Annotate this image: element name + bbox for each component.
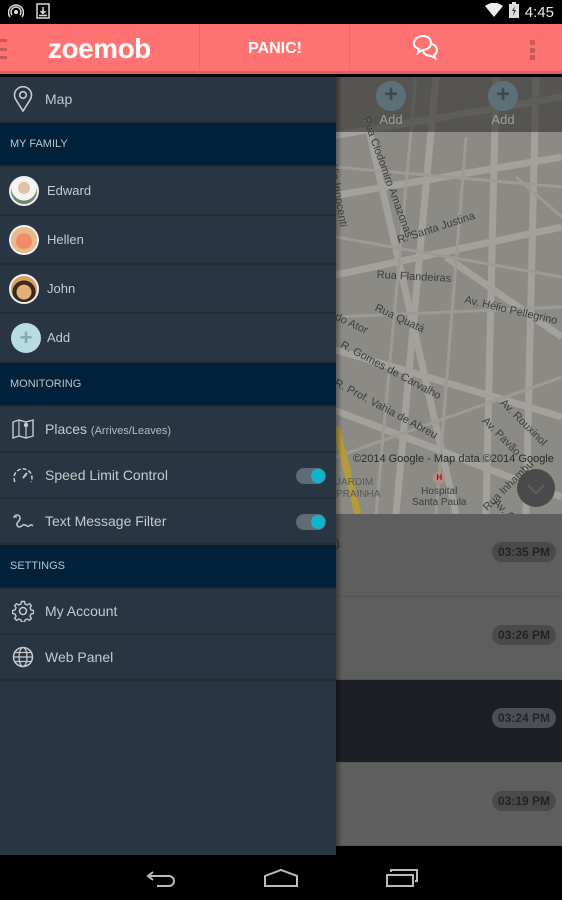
avatar-edward	[9, 175, 39, 206]
main-content: + Add + Add Rua Clodomiro Amazonas R. Sa…	[336, 77, 562, 855]
drawer-item-places[interactable]: Places (Arrives/Leaves)	[0, 407, 336, 453]
time-badge: 03:24 PM	[491, 708, 556, 728]
family-member-john[interactable]: John	[0, 265, 336, 314]
drawer-item-text-filter[interactable]: Text Message Filter	[0, 499, 336, 545]
wifi-icon	[484, 2, 503, 21]
add-family-member[interactable]: + Add	[0, 314, 336, 363]
navigation-drawer: Map MY FAMILY Edward Hellen John + Add M…	[0, 77, 336, 855]
back-button[interactable]	[141, 865, 181, 891]
recent-apps-button[interactable]	[382, 865, 422, 891]
plus-icon: +	[488, 81, 518, 111]
add-icon: +	[11, 322, 41, 353]
home-button[interactable]	[261, 865, 301, 891]
avatar-hellen	[9, 224, 39, 255]
globe-icon	[0, 646, 45, 668]
family-member-edward[interactable]: Edward	[0, 167, 336, 216]
speed-limit-toggle[interactable]	[296, 468, 326, 484]
toggle-knob	[311, 469, 325, 483]
gear-icon	[0, 600, 45, 622]
drawer-item-speed-limit[interactable]: Speed Limit Control	[0, 453, 336, 499]
text-filter-toggle[interactable]	[296, 514, 326, 530]
map-area-label: JARDIM PRAINHA	[336, 477, 381, 500]
timeline-item[interactable]: ). 03:35 PM	[336, 514, 562, 597]
home-icon	[264, 868, 298, 887]
section-header-settings: SETTINGS	[0, 545, 336, 589]
location-button[interactable]	[517, 469, 555, 507]
add-member-button[interactable]: + Add	[483, 81, 523, 127]
drawer-item-my-account[interactable]: My Account	[0, 589, 336, 635]
add-member-button[interactable]: + Add	[371, 81, 411, 127]
map-pin-icon	[0, 86, 45, 112]
time-badge: 03:35 PM	[491, 542, 556, 562]
time-badge: 03:26 PM	[491, 625, 556, 645]
timeline-item[interactable]: 03:19 PM	[336, 763, 562, 846]
map-view[interactable]: + Add + Add Rua Clodomiro Amazonas R. Sa…	[336, 77, 562, 514]
system-nav-bar	[0, 855, 562, 900]
toggle-knob	[311, 515, 325, 529]
time-badge: 03:19 PM	[491, 791, 556, 811]
recent-apps-icon	[386, 869, 418, 887]
plus-icon: +	[376, 81, 406, 111]
overflow-menu-icon[interactable]	[530, 40, 536, 60]
chat-bubbles-icon	[411, 34, 439, 65]
hotspot-icon	[7, 3, 25, 24]
family-member-hellen[interactable]: Hellen	[0, 216, 336, 265]
drawer-shadow	[336, 77, 342, 855]
timeline-item[interactable]: 03:26 PM	[336, 597, 562, 680]
timeline: ). 03:35 PM 03:26 PM 03:24 PM 03:19 PM	[336, 514, 562, 846]
drawer-item-web-panel[interactable]: Web Panel	[0, 635, 336, 681]
section-header-my-family: MY FAMILY	[0, 123, 336, 167]
section-header-monitoring: MONITORING	[0, 363, 336, 407]
hospital-icon: H	[433, 472, 446, 484]
chevron-down-icon	[527, 484, 545, 495]
map-copyright: ©2014 Google - Map data ©2014 Google	[353, 453, 554, 465]
timeline-item[interactable]: 03:24 PM	[336, 680, 562, 763]
panic-button[interactable]: PANIC!	[200, 24, 350, 74]
drawer-item-map[interactable]: Map	[0, 77, 336, 123]
avatar-john	[9, 273, 39, 304]
speedometer-icon	[0, 466, 45, 484]
download-icon	[36, 3, 50, 24]
clock: 4:45	[524, 3, 554, 21]
app-logo[interactable]: zoemob	[48, 33, 151, 65]
app-bar: zoemob PANIC!	[0, 24, 562, 74]
hospital-marker: H Hospital Santa Paula	[412, 472, 467, 508]
map-marker-icon	[0, 419, 45, 439]
hamburger-icon[interactable]	[0, 39, 8, 59]
battery-charging-icon	[508, 2, 519, 22]
back-icon	[146, 871, 175, 887]
status-bar: 4:45	[0, 0, 562, 24]
worm-icon	[0, 512, 45, 530]
chat-button[interactable]	[350, 24, 500, 74]
